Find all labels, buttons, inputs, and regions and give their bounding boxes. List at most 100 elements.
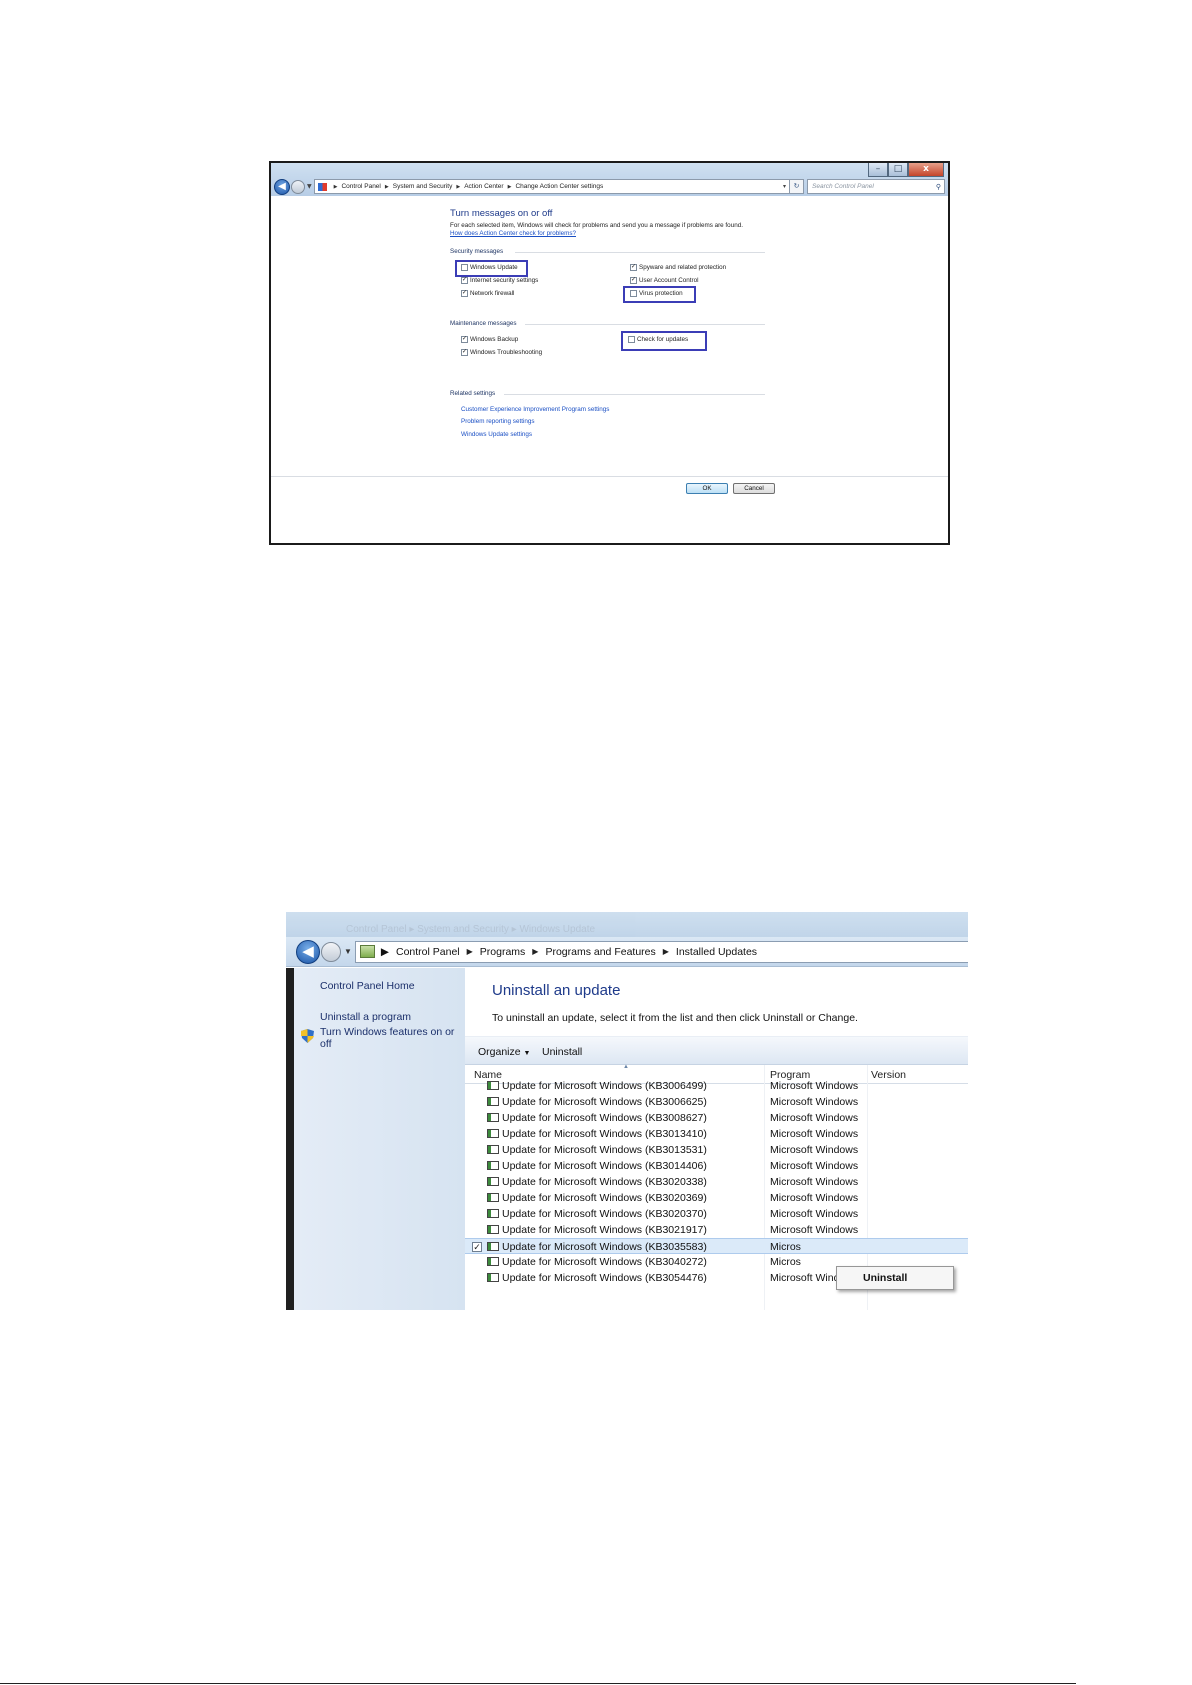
update-name: Update for Microsoft Windows (KB3014406) — [502, 1160, 707, 1172]
cancel-button[interactable]: Cancel — [733, 483, 775, 494]
table-row[interactable]: Update for Microsoft Windows (KB3006625)… — [465, 1094, 968, 1110]
recent-pages-chevron-icon[interactable]: ▼ — [344, 947, 352, 956]
back-arrow-icon[interactable]: ◀ — [274, 178, 290, 195]
checkmark-icon[interactable]: ✓ — [461, 277, 468, 284]
network-firewall-checkbox[interactable]: ✓ Network firewall — [461, 290, 514, 297]
highlight-box — [623, 286, 696, 303]
checkbox-label: Internet security settings — [470, 277, 539, 284]
table-row[interactable]: Update for Microsoft Windows (KB3013531)… — [465, 1142, 968, 1158]
update-name: Update for Microsoft Windows (KB3040272) — [502, 1256, 707, 1268]
address-bar[interactable]: ▶ Control Panel ▶ Programs ▶ Programs an… — [354, 940, 968, 963]
context-menu-uninstall-item[interactable]: Uninstall — [863, 1272, 907, 1284]
table-row-selected[interactable]: ✓ Update for Microsoft Windows (KB3035583… — [465, 1238, 968, 1254]
table-row[interactable]: Update for Microsoft Windows (KB3014406)… — [465, 1158, 968, 1174]
breadcrumb-item[interactable]: Installed Updates — [676, 946, 757, 958]
breadcrumb-separator-icon[interactable]: ▶ — [334, 184, 338, 190]
ok-button[interactable]: OK — [686, 483, 728, 494]
table-row[interactable]: Update for Microsoft Windows (KB3020338)… — [465, 1174, 968, 1190]
breadcrumb-item[interactable]: Control Panel — [341, 183, 380, 190]
minimize-button[interactable]: – — [868, 163, 888, 177]
breadcrumb-item[interactable]: Control Panel — [396, 946, 460, 958]
sidebar-item-windows-features[interactable]: Turn Windows features on or off — [320, 1026, 460, 1050]
main-pane: Uninstall an update To uninstall an upda… — [465, 968, 968, 1310]
breadcrumb-separator-icon[interactable]: ▶ — [467, 947, 473, 956]
related-settings-label: Related settings — [450, 390, 496, 397]
checkmark-icon[interactable]: ✓ — [461, 336, 468, 343]
user-account-control-checkbox[interactable]: ✓ User Account Control — [630, 277, 699, 284]
breadcrumb-item[interactable]: Programs — [480, 946, 526, 958]
table-row[interactable]: Update for Microsoft Windows (KB3008627)… — [465, 1110, 968, 1126]
update-program: Microsoft Windows — [770, 1144, 859, 1156]
table-row[interactable]: Update for Microsoft Windows (KB3006499)… — [465, 1078, 968, 1094]
update-program: Microsoft Windows — [770, 1192, 859, 1204]
checkbox-label: User Account Control — [639, 277, 699, 284]
update-program: Microsoft Windows — [770, 1176, 859, 1188]
table-row[interactable]: Update for Microsoft Windows (KB3013410)… — [465, 1126, 968, 1142]
breadcrumb-item[interactable]: Change Action Center settings — [515, 183, 603, 190]
checkmark-icon[interactable]: ✓ — [472, 1242, 482, 1252]
spyware-protection-checkbox[interactable]: ✓ Spyware and related protection — [630, 264, 726, 271]
forward-arrow-icon[interactable] — [291, 179, 305, 194]
update-icon — [487, 1225, 499, 1234]
organize-button[interactable]: Organize ▼ — [478, 1046, 530, 1058]
update-name: Update for Microsoft Windows (KB3006499) — [502, 1080, 707, 1092]
sidebar-item-control-panel-home[interactable]: Control Panel Home — [320, 980, 415, 992]
update-icon — [487, 1273, 499, 1282]
update-program: Microsoft Windows — [770, 1096, 859, 1108]
checkmark-icon[interactable]: ✓ — [630, 277, 637, 284]
breadcrumb-separator-icon[interactable]: ▶ — [385, 184, 389, 190]
address-dropdown-icon[interactable]: ▾ — [783, 183, 786, 190]
update-program: Microsoft Windows — [770, 1128, 859, 1140]
update-name: Update for Microsoft Windows (KB3008627) — [502, 1112, 707, 1124]
breadcrumb-separator-icon[interactable]: ▶ — [532, 947, 538, 956]
checkmark-icon[interactable]: ✓ — [630, 264, 637, 271]
update-icon — [487, 1193, 499, 1202]
update-program: Microsoft Windows — [770, 1224, 859, 1236]
maximize-button[interactable]: □ — [888, 163, 908, 177]
search-input[interactable]: Search Control Panel ⚲ — [807, 179, 945, 194]
breadcrumb-item[interactable]: Action Center — [464, 183, 503, 190]
breadcrumb-item[interactable]: System and Security — [393, 183, 453, 190]
recent-pages-chevron-icon[interactable]: ▼ — [307, 183, 312, 190]
how-action-center-link[interactable]: How does Action Center check for problem… — [450, 230, 576, 237]
address-bar[interactable]: ▶ Control Panel ▶ System and Security ▶ … — [313, 179, 790, 194]
divider — [525, 324, 765, 325]
search-placeholder: Search Control Panel — [812, 183, 874, 190]
internet-security-checkbox[interactable]: ✓ Internet security settings — [461, 277, 538, 284]
breadcrumb-separator-icon[interactable]: ▶ — [663, 947, 669, 956]
page-title: Turn messages on or off — [450, 208, 553, 219]
windows-troubleshooting-checkbox[interactable]: ✓ Windows Troubleshooting — [461, 349, 542, 356]
refresh-icon[interactable]: ↻ — [790, 179, 804, 194]
table-row[interactable]: Update for Microsoft Windows (KB3020369)… — [465, 1190, 968, 1206]
update-name: Update for Microsoft Windows (KB3006625) — [502, 1096, 707, 1108]
forward-arrow-icon[interactable] — [321, 941, 341, 962]
breadcrumb-separator-icon[interactable]: ▶ — [456, 184, 460, 190]
update-name: Update for Microsoft Windows (KB3013531) — [502, 1144, 707, 1156]
search-icon[interactable]: ⚲ — [936, 183, 941, 191]
windows-update-settings-link[interactable]: Windows Update settings — [461, 431, 532, 438]
update-name: Update for Microsoft Windows (KB3054476) — [502, 1272, 707, 1284]
divider — [271, 476, 948, 477]
checkmark-icon[interactable]: ✓ — [461, 349, 468, 356]
breadcrumb-separator-icon[interactable]: ▶ — [381, 946, 389, 958]
table-row[interactable]: Update for Microsoft Windows (KB3020370)… — [465, 1206, 968, 1222]
windows-backup-checkbox[interactable]: ✓ Windows Backup — [461, 336, 518, 343]
command-bar: Organize ▼ Uninstall — [465, 1036, 968, 1065]
back-arrow-icon[interactable]: ◀ — [296, 939, 320, 964]
problem-reporting-link[interactable]: Problem reporting settings — [461, 418, 535, 425]
breadcrumb-separator-icon[interactable]: ▶ — [508, 184, 512, 190]
update-icon — [487, 1129, 499, 1138]
update-icon — [487, 1257, 499, 1266]
highlight-box — [621, 331, 707, 351]
close-button[interactable]: x — [908, 163, 944, 177]
checkmark-icon[interactable]: ✓ — [461, 290, 468, 297]
task-sidebar: Control Panel Home Uninstall a program T… — [286, 968, 465, 1310]
table-row[interactable]: Update for Microsoft Windows (KB3021917)… — [465, 1222, 968, 1238]
breadcrumb-item[interactable]: Programs and Features — [545, 946, 655, 958]
page-description: To uninstall an update, select it from t… — [492, 1012, 858, 1024]
update-icon — [487, 1113, 499, 1122]
sidebar-item-uninstall-program[interactable]: Uninstall a program — [320, 1011, 411, 1023]
context-menu: Uninstall — [836, 1266, 954, 1290]
ceip-settings-link[interactable]: Customer Experience Improvement Program … — [461, 406, 609, 413]
uninstall-toolbar-button[interactable]: Uninstall — [542, 1046, 582, 1058]
